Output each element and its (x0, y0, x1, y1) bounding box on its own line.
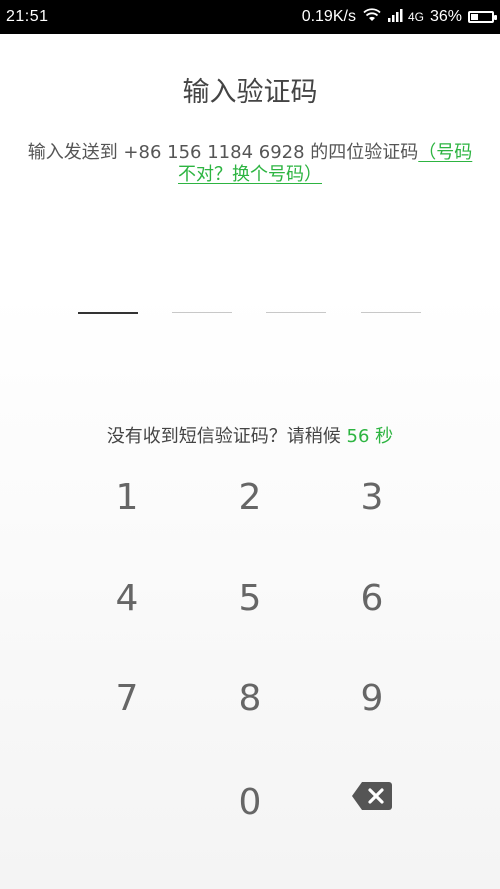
backspace-key[interactable] (312, 756, 432, 836)
code-slot-1[interactable] (78, 312, 138, 314)
key-8[interactable]: 8 (190, 658, 310, 738)
key-4[interactable]: 4 (67, 558, 187, 638)
status-time: 21:51 (6, 8, 49, 25)
network-type: 4G (407, 10, 424, 24)
countdown-unit: 秒 (369, 426, 394, 447)
resend-status: 没有收到短信验证码？请稍候 56 秒 (0, 422, 500, 448)
status-bar: 21:51 0.19K/s 4G 36% (0, 0, 500, 34)
instruction-text: 输入发送到 +86 156 1184 6928 的四位验证码（号码不对？换个号码… (20, 142, 480, 186)
key-3[interactable]: 3 (312, 457, 432, 537)
code-slot-3[interactable] (266, 312, 326, 313)
key-7[interactable]: 7 (67, 658, 187, 738)
verification-page: 输入验证码 输入发送到 +86 156 1184 6928 的四位验证码（号码不… (0, 34, 500, 889)
signal-icon (387, 8, 404, 27)
network-speed: 0.19K/s (301, 8, 356, 25)
code-slot-2[interactable] (172, 312, 232, 313)
key-9[interactable]: 9 (312, 658, 432, 738)
code-slot-4[interactable] (361, 312, 421, 313)
battery-icon (468, 11, 497, 23)
key-6[interactable]: 6 (312, 558, 432, 638)
instruction-prefix: 输入发送到 +86 156 1184 6928 的四位验证码 (27, 142, 419, 163)
key-2[interactable]: 2 (190, 457, 310, 537)
key-5[interactable]: 5 (190, 558, 310, 638)
wifi-icon (362, 7, 382, 27)
countdown-value: 56 (346, 426, 370, 447)
battery-fill (471, 14, 478, 20)
code-input[interactable] (0, 312, 500, 316)
battery-percent: 36% (429, 8, 462, 25)
status-indicators: 0.19K/s 4G 36% (301, 7, 497, 27)
key-0[interactable]: 0 (190, 762, 310, 842)
key-1[interactable]: 1 (67, 457, 187, 537)
resend-prefix: 没有收到短信验证码？请稍候 (106, 426, 347, 447)
backspace-icon (352, 782, 392, 810)
page-title: 输入验证码 (182, 77, 318, 108)
